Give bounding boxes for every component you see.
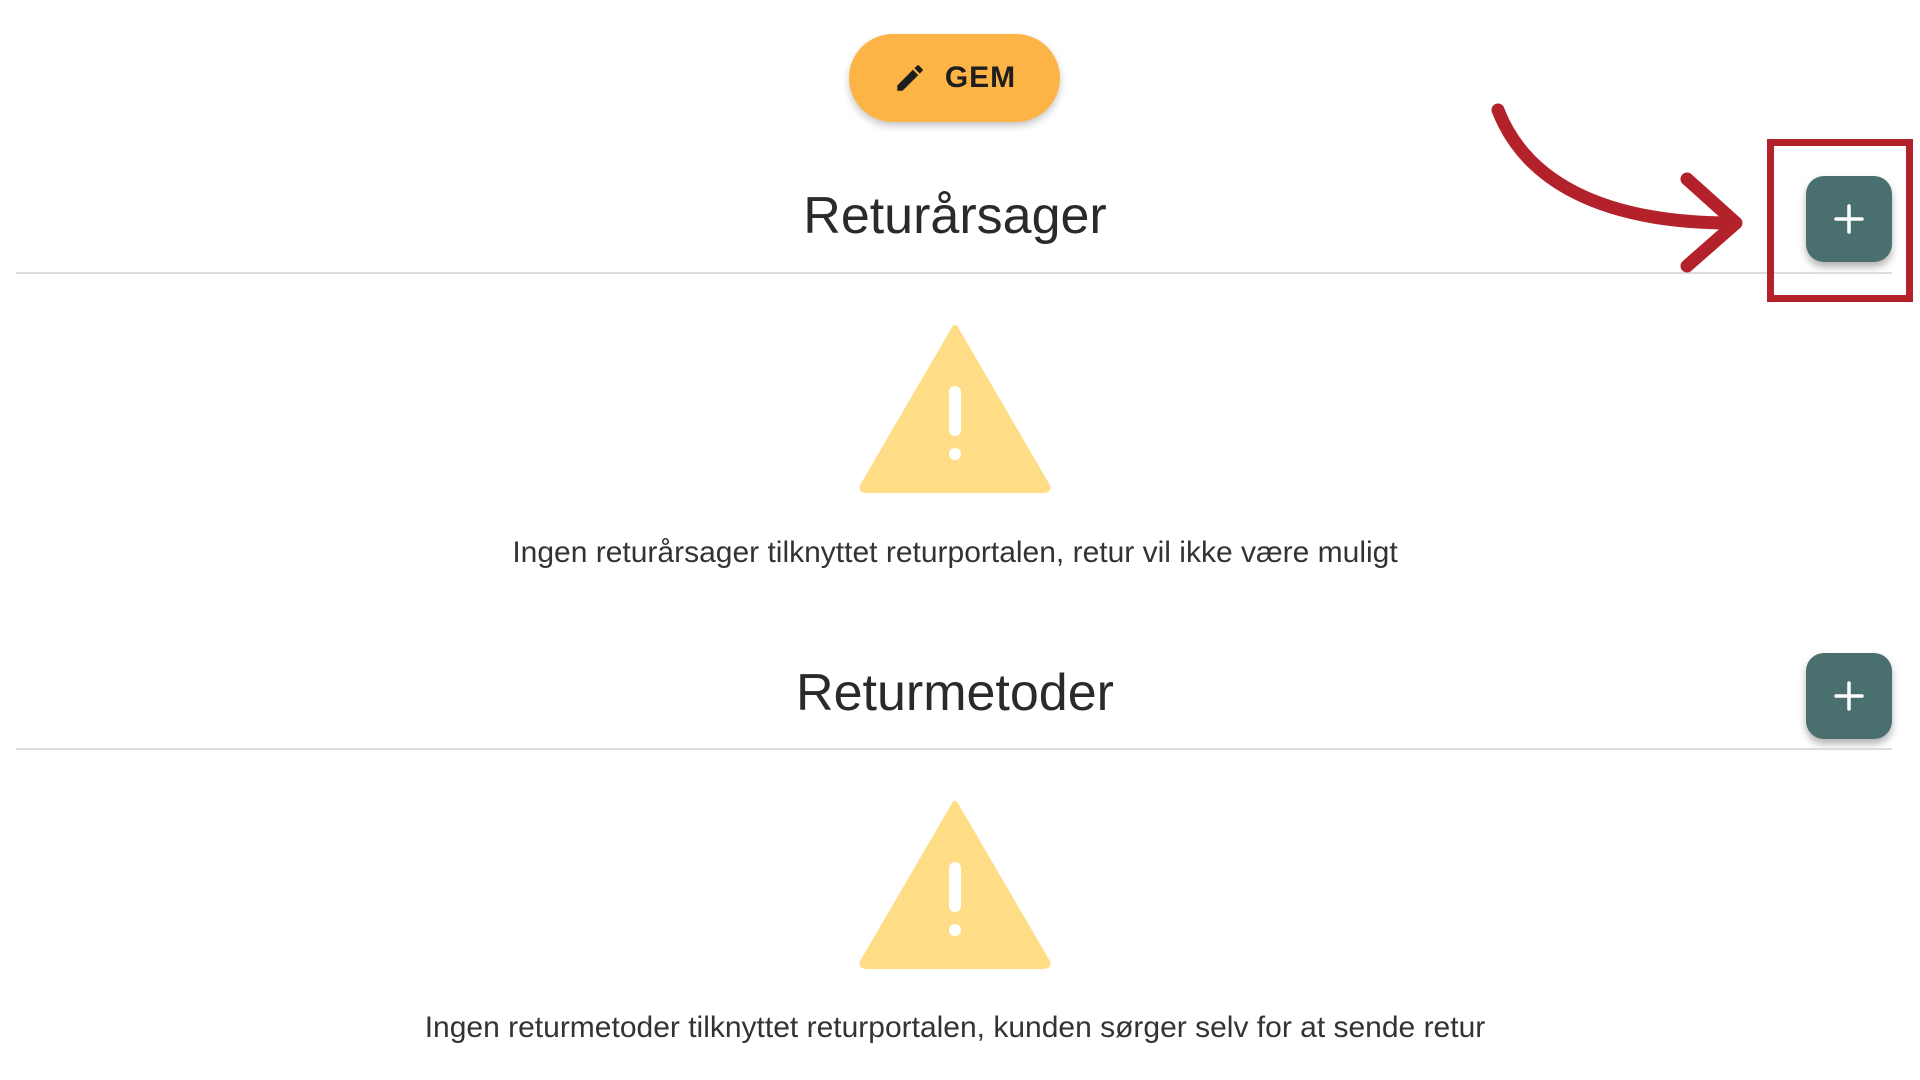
section-divider [16, 748, 1892, 750]
save-button[interactable]: GEM [849, 34, 1060, 122]
highlight-box [1767, 139, 1913, 302]
pencil-icon [893, 61, 927, 95]
empty-state-message: Ingen returmetoder tilknyttet returporta… [424, 1011, 1486, 1044]
section-title-return-methods: Returmetoder [796, 664, 1114, 722]
curved-arrow-icon [1480, 95, 1780, 295]
warning-icon [855, 320, 1055, 496]
save-button-label: GEM [944, 61, 1017, 94]
add-return-method-button[interactable] [1806, 653, 1892, 739]
empty-state-message: Ingen returårsager tilknyttet returporta… [512, 536, 1398, 569]
warning-icon [855, 796, 1055, 972]
plus-icon [1832, 679, 1866, 713]
